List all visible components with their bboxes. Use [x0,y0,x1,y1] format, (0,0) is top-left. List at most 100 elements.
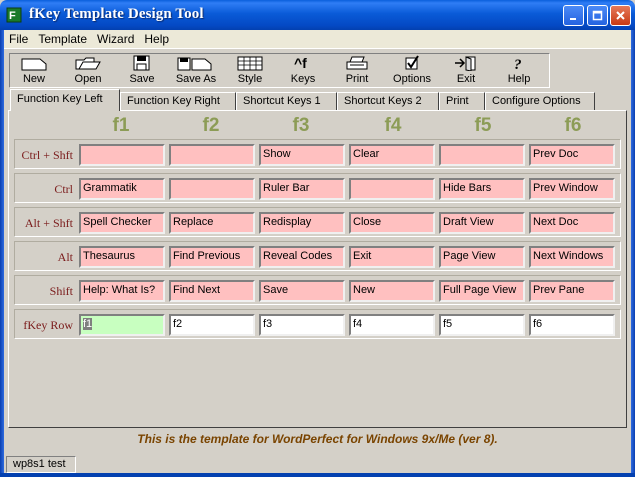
row-alt: Alt Thesaurus Find Previous Reveal Codes… [14,241,621,271]
key-cell[interactable]: Exit [349,246,435,268]
key-cell[interactable]: Show [259,144,345,166]
key-cell[interactable]: Redisplay [259,212,345,234]
key-cell[interactable] [439,144,525,166]
window-frame-left [0,30,4,477]
title-bar: F fKey Template Design Tool [0,0,635,30]
save-as-button[interactable]: Save As [173,54,219,86]
key-cell[interactable] [169,178,255,200]
window-frame-right [631,30,635,477]
key-cell[interactable]: Prev Pane [529,280,615,302]
key-cell[interactable]: Draft View [439,212,525,234]
key-cell[interactable]: Find Previous [169,246,255,268]
tab-shortcut-keys-2[interactable]: Shortcut Keys 2 [337,92,439,110]
svg-text:?: ? [514,57,522,71]
key-cell[interactable]: Help: What Is? [79,280,165,302]
save-icon [133,55,150,71]
column-header-f5: f5 [474,115,492,136]
toolbar: New Open Save Save As Style ^f Keys Prin… [4,48,631,88]
minimize-icon [570,18,576,20]
key-cell[interactable] [79,144,165,166]
save-as-icon [177,57,212,71]
row-label: Shift [49,284,73,298]
window-title: fKey Template Design Tool [29,6,204,22]
tab-function-key-right[interactable]: Function Key Right [120,92,236,110]
print-icon [346,56,368,70]
keys-button[interactable]: ^f Keys [286,54,320,86]
exit-icon [455,56,476,71]
key-cell[interactable] [169,144,255,166]
save-button[interactable]: Save [126,54,158,86]
tab-configure-options[interactable]: Configure Options [485,92,595,110]
key-cell[interactable]: Save [259,280,345,302]
menu-file[interactable]: File [4,30,33,48]
help-icon: ? [514,57,522,71]
open-label: Open [74,73,102,85]
app-icon: F [6,7,22,23]
new-icon [21,58,47,71]
menu-wizard[interactable]: Wizard [92,30,139,48]
row-ctrl: Ctrl Grammatik Ruler Bar Hide Bars Prev … [14,173,621,203]
print-button[interactable]: Print [341,54,373,86]
key-cell[interactable]: Prev Doc [529,144,615,166]
key-cell[interactable]: Thesaurus [79,246,165,268]
column-header-f1: f1 [112,115,130,136]
key-cell[interactable] [349,178,435,200]
maximize-icon [592,10,603,21]
menu-bar: File Template Wizard Help [4,30,631,48]
key-cell[interactable]: Clear [349,144,435,166]
key-cell[interactable]: Close [349,212,435,234]
tab-shortcut-keys-1[interactable]: Shortcut Keys 1 [236,92,337,110]
open-button[interactable]: Open [70,54,106,86]
exit-label: Exit [456,73,476,85]
key-cell[interactable]: f5 [439,314,525,336]
key-cell-selected[interactable]: f1 [79,314,165,336]
options-button[interactable]: Options [391,54,433,86]
key-cell[interactable]: f6 [529,314,615,336]
row-shift: Shift Help: What Is? Find Next Save New … [14,275,621,305]
options-icon [405,55,419,70]
key-cell[interactable]: Replace [169,212,255,234]
menu-help[interactable]: Help [139,30,174,48]
key-cell[interactable]: Full Page View [439,280,525,302]
key-cell[interactable]: New [349,280,435,302]
key-cell[interactable]: Next Windows [529,246,615,268]
row-label: Ctrl + Shft [21,148,73,162]
key-cell[interactable]: Page View [439,246,525,268]
key-cell[interactable]: Spell Checker [79,212,165,234]
new-button[interactable]: New [17,54,51,86]
status-text: wp8s1 test [6,456,76,473]
svg-text:F: F [9,10,16,22]
key-cell[interactable]: Next Doc [529,212,615,234]
style-icon [237,56,263,71]
print-label: Print [345,73,369,85]
template-description: This is the template for WordPerfect for… [137,432,498,446]
options-label: Options [393,73,431,85]
row-label: fKey Row [23,318,73,332]
help-button[interactable]: ? Help [504,54,534,86]
key-cell[interactable]: Reveal Codes [259,246,345,268]
menu-template[interactable]: Template [33,30,92,48]
key-cell[interactable]: Ruler Bar [259,178,345,200]
key-cell[interactable]: f4 [349,314,435,336]
style-button[interactable]: Style [232,54,268,86]
key-cell[interactable]: f2 [169,314,255,336]
key-cell[interactable]: Prev Window [529,178,615,200]
row-label: Alt [57,250,73,264]
row-label: Alt + Shft [24,216,73,230]
column-header-f3: f3 [292,115,310,136]
tab-function-key-left[interactable]: Function Key Left [10,89,120,111]
new-label: New [22,73,45,85]
key-cell[interactable]: Grammatik [79,178,165,200]
keys-icon: ^f [294,55,307,71]
maximize-button[interactable] [587,5,608,26]
tab-print[interactable]: Print [439,92,485,110]
status-bar: wp8s1 test [4,455,631,473]
minimize-button[interactable] [563,5,584,26]
exit-button[interactable]: Exit [452,54,480,86]
column-header-f6: f6 [564,115,582,136]
selected-text: f1 [83,318,93,330]
key-cell[interactable]: Find Next [169,280,255,302]
key-cell[interactable]: f3 [259,314,345,336]
close-button[interactable] [610,5,631,26]
key-cell[interactable]: Hide Bars [439,178,525,200]
